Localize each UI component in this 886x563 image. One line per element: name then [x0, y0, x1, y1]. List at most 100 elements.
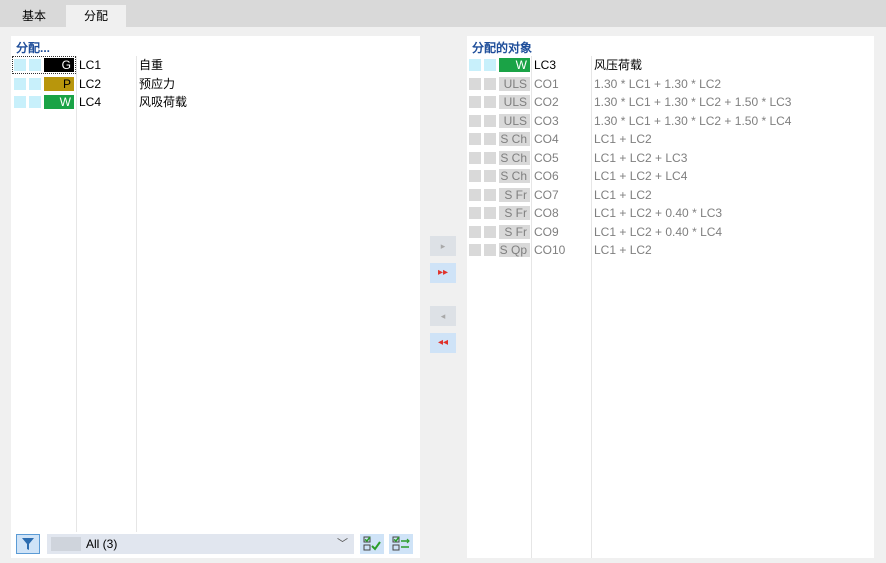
color-square — [469, 207, 481, 219]
item-description: 1.30 * LC1 + 1.30 * LC2 — [594, 76, 722, 91]
remove-all-button[interactable]: ◂◂ — [430, 333, 456, 353]
color-square — [484, 96, 496, 108]
category-badge: ULS — [499, 113, 530, 128]
list-item[interactable]: P LC2 预应力 — [11, 75, 420, 93]
category-badge: S Qp — [499, 243, 530, 257]
color-square — [484, 114, 496, 127]
item-id: CO2 — [534, 95, 559, 109]
add-all-button[interactable]: ▸▸ — [430, 263, 456, 283]
color-square — [469, 151, 481, 164]
remove-selected-button[interactable]: ◂ — [430, 306, 456, 326]
category-badge: W — [499, 58, 530, 72]
chevron-down-icon: ﹀ — [337, 538, 348, 550]
list-item[interactable]: ULS CO1 1.30 * LC1 + 1.30 * LC2 — [467, 75, 874, 93]
category-badge: S Fr — [499, 206, 530, 220]
item-id: LC4 — [79, 95, 102, 109]
filter-select-value: All (3) — [86, 537, 118, 551]
color-square — [484, 207, 496, 219]
list-item[interactable]: W LC4 风吸荷载 — [11, 93, 420, 111]
item-id: CO3 — [534, 113, 559, 128]
filter-select[interactable]: All (3) ﹀ — [47, 534, 354, 554]
item-description: LC1 + LC2 + 0.40 * LC3 — [594, 206, 723, 220]
item-id: CO7 — [534, 187, 559, 202]
color-square — [469, 244, 481, 256]
column-divider — [136, 56, 137, 558]
color-square — [484, 151, 496, 164]
item-description: 1.30 * LC1 + 1.30 * LC2 + 1.50 * LC3 — [594, 95, 792, 109]
color-square — [469, 114, 481, 127]
color-square — [484, 77, 496, 90]
item-id: LC2 — [79, 76, 102, 91]
color-square — [484, 188, 496, 201]
filter-button[interactable] — [16, 534, 40, 554]
list-item[interactable]: ULS CO2 1.30 * LC1 + 1.30 * LC2 + 1.50 * L… — [467, 93, 874, 111]
list-item[interactable]: S Fr CO8 LC1 + LC2 + 0.40 * LC3 — [467, 204, 874, 222]
toggle-selection-icon — [392, 536, 410, 551]
list-item[interactable]: S Qp CO10 LC1 + LC2 — [467, 241, 874, 259]
assigned-panel-title: 分配的对象 — [472, 41, 533, 55]
item-description: 风吸荷载 — [139, 95, 188, 109]
item-id: CO9 — [534, 224, 559, 239]
list-item[interactable]: S Fr CO9 LC1 + LC2 + 0.40 * LC4 — [467, 223, 874, 241]
add-selected-button[interactable]: ▸ — [430, 236, 456, 256]
color-square — [469, 77, 481, 90]
color-square — [469, 225, 481, 238]
list-item[interactable]: S Ch CO6 LC1 + LC2 + LC4 — [467, 167, 874, 185]
item-id: CO5 — [534, 150, 559, 165]
item-id: CO6 — [534, 169, 559, 183]
item-id: CO1 — [534, 76, 559, 91]
color-square — [469, 59, 481, 71]
item-id: CO8 — [534, 206, 559, 220]
list-item[interactable]: S Fr CO7 LC1 + LC2 — [467, 186, 874, 204]
tab-assignment[interactable]: 分配 — [66, 5, 126, 27]
color-square — [484, 59, 496, 71]
assigned-objects-panel: 分配的对象 W LC3 风压荷载 ULS CO1 1.30 * LC1 + 1.30 * … — [467, 36, 874, 558]
list-item[interactable]: S Ch CO5 LC1 + LC2 + LC3 — [467, 149, 874, 167]
tab-basic[interactable]: 基本 — [4, 5, 64, 27]
item-description: LC1 + LC2 + LC4 — [594, 169, 688, 183]
list-item[interactable]: S Ch CO4 LC1 + LC2 — [467, 130, 874, 148]
color-square — [469, 170, 481, 182]
item-description: LC1 + LC2 — [594, 243, 652, 257]
category-badge: S Fr — [499, 187, 530, 202]
color-square — [469, 188, 481, 201]
list-item[interactable]: ULS CO3 1.30 * LC1 + 1.30 * LC2 + 1.50 * L… — [467, 112, 874, 130]
item-description: LC1 + LC2 — [594, 132, 652, 146]
item-description: LC1 + LC2 + LC3 — [594, 150, 688, 165]
funnel-icon — [22, 538, 34, 550]
color-square — [469, 133, 481, 145]
color-square — [484, 170, 496, 182]
filter-bar: All (3) ﹀ — [11, 532, 420, 558]
item-id: LC1 — [79, 58, 102, 72]
invert-selection-button[interactable] — [389, 534, 413, 554]
item-id: CO4 — [534, 132, 559, 146]
color-square — [484, 133, 496, 145]
category-badge: S Ch — [499, 169, 530, 183]
item-description: 1.30 * LC1 + 1.30 * LC2 + 1.50 * LC4 — [594, 113, 792, 128]
category-badge: ULS — [499, 76, 530, 91]
filter-color-swatch — [51, 537, 81, 551]
category-badge: S Fr — [499, 224, 530, 239]
category-badge: ULS — [499, 95, 530, 109]
select-all-button[interactable] — [360, 534, 384, 554]
list-item[interactable]: W LC3 风压荷载 — [467, 56, 874, 74]
color-square — [14, 96, 26, 108]
item-description: LC1 + LC2 — [594, 187, 652, 202]
color-square — [484, 225, 496, 238]
category-badge: W — [44, 95, 74, 109]
item-id: CO10 — [534, 243, 566, 257]
item-description: 预应力 — [139, 76, 176, 91]
item-description: LC1 + LC2 + 0.40 * LC4 — [594, 224, 723, 239]
available-panel-title: 分配... — [16, 41, 51, 55]
color-square — [29, 96, 41, 108]
category-badge: S Ch — [499, 132, 530, 146]
list-item[interactable]: G LC1 自重 — [11, 56, 420, 74]
check-all-icon — [363, 536, 381, 551]
tab-bar: 基本 分配 — [0, 0, 886, 27]
color-square — [484, 244, 496, 256]
available-objects-panel: 分配... G LC1 自重 P LC2 预应力 W LC4 风吸荷载 All (3) ﹀ — [11, 36, 420, 558]
color-square — [14, 77, 26, 90]
category-badge: S Ch — [499, 150, 530, 165]
item-id: LC3 — [534, 58, 557, 72]
column-divider — [76, 56, 77, 558]
